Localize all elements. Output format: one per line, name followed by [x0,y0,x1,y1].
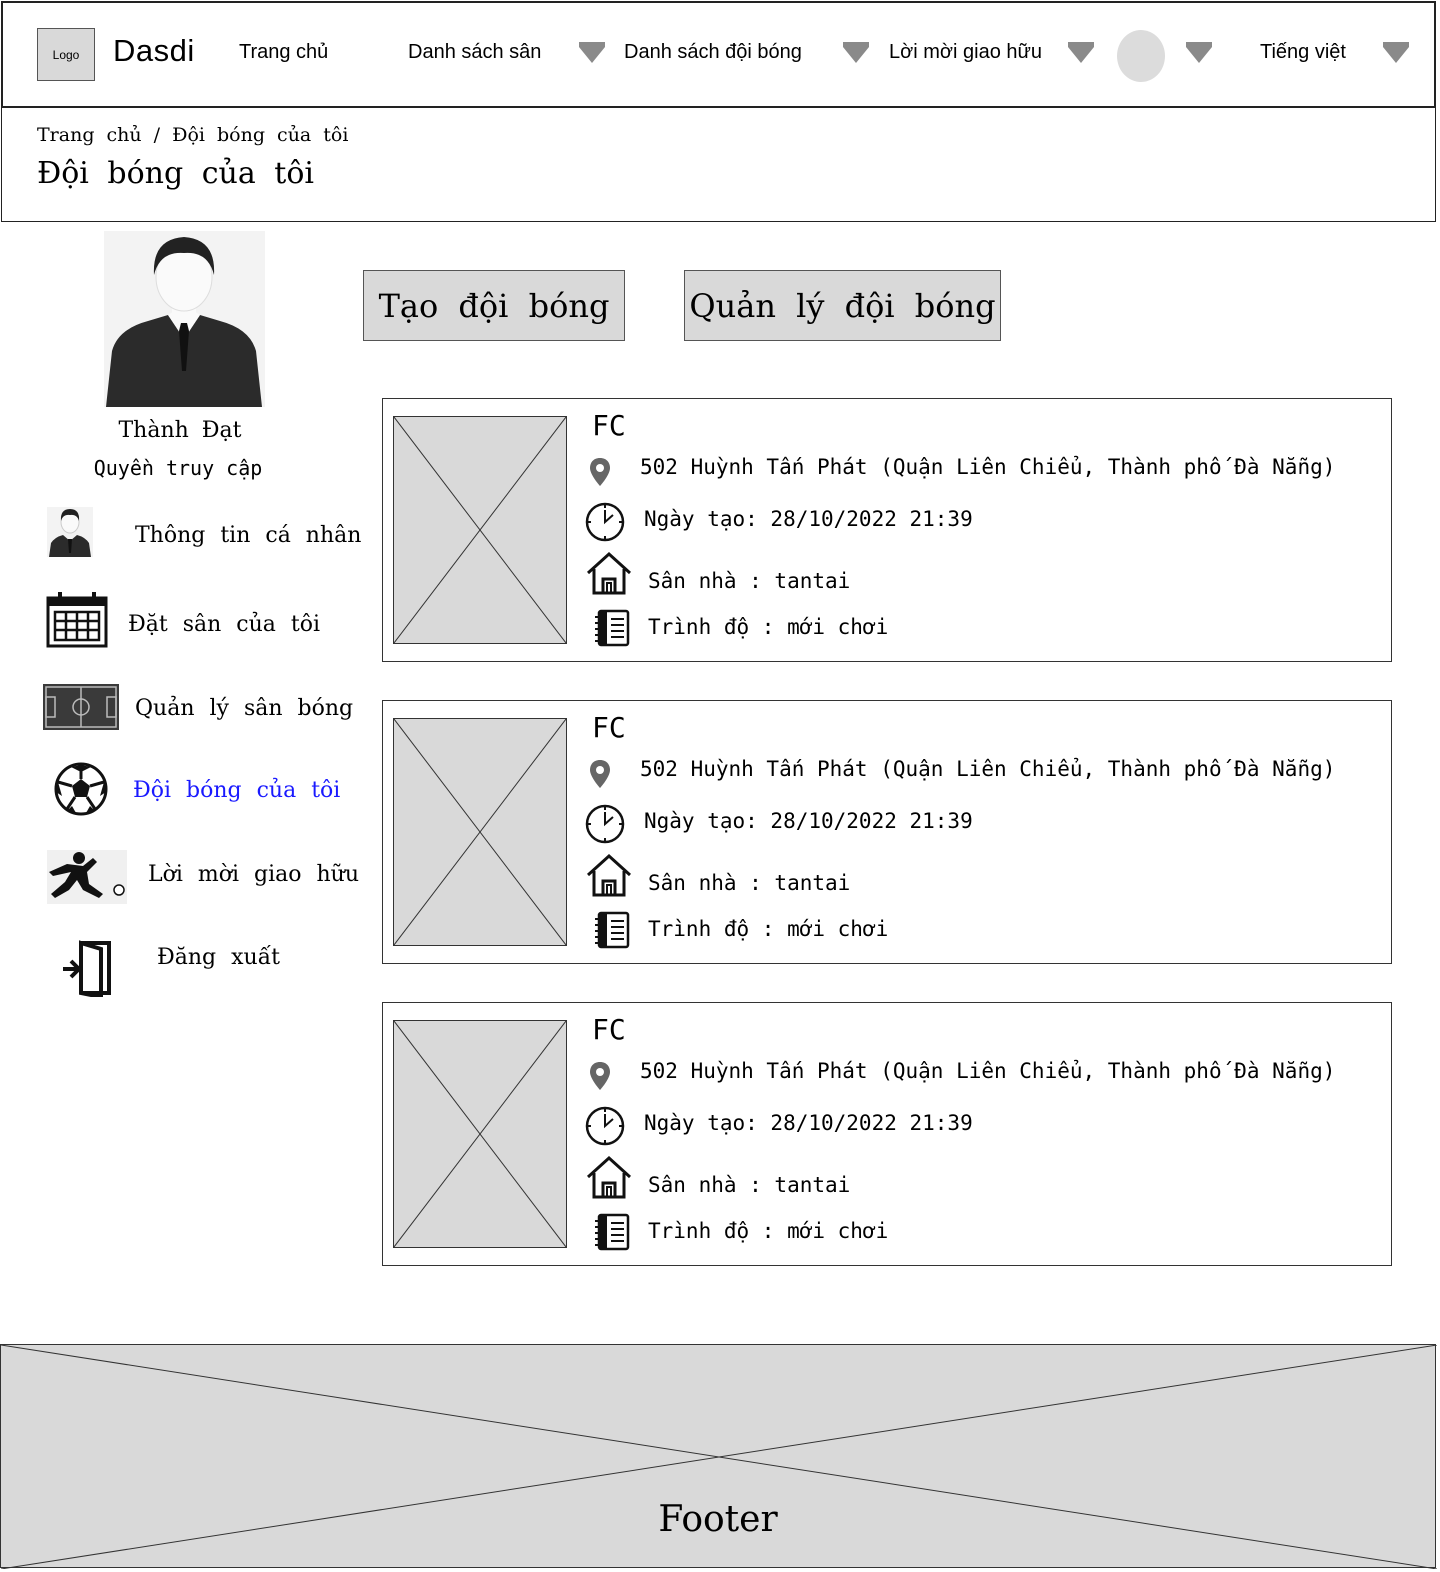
team-created-date: Ngày tạo: 28/10/2022 21:39 [644,507,973,531]
clock-icon [584,501,626,547]
notebook-icon [594,1213,630,1255]
team-card[interactable]: FC 502 Huỳnh Tấn Phát (Quận Liên Chiểu, … [382,700,1392,964]
team-name[interactable]: FC [592,1013,626,1046]
sidebar-item-label: Đăng xuất [157,945,281,970]
team-name[interactable]: FC [592,409,626,442]
sidebar-item-label: Đội bóng của tôi [133,778,341,803]
home-icon [585,853,633,901]
chevron-down-icon[interactable] [1186,42,1212,63]
sidebar-item-invites[interactable]: Lời mời giao hữu [0,848,370,908]
nav-fields[interactable]: Danh sách sân [408,41,541,64]
language-selector[interactable]: Tiếng việt [1260,41,1346,64]
brand-name[interactable]: Dasdi [113,33,195,69]
sidebar-item-label: Quản lý sân bóng [135,696,354,721]
footer: Footer [0,1344,1437,1569]
team-created-date: Ngày tạo: 28/10/2022 21:39 [644,1111,973,1135]
nav-teams[interactable]: Danh sách đội bóng [624,41,802,64]
nav-invites[interactable]: Lời mời giao hữu [889,41,1042,64]
team-image-placeholder [393,416,567,644]
team-card[interactable]: FC 502 Huỳnh Tấn Phát (Quận Liên Chiểu, … [382,1002,1392,1266]
team-home-field: Sân nhà : tantai [648,871,851,895]
user-name: Thành Đạt [118,418,242,443]
breadcrumb[interactable]: Trang chủ / Đội bóng của tôi [37,124,348,146]
soccer-field-icon [43,684,119,734]
logo-text: Logo [52,47,80,62]
clock-icon [584,803,626,849]
top-navbar: Logo Dasdi Trang chủ Danh sách sân Danh … [1,1,1436,108]
player-kick-icon [47,850,127,908]
team-created-date: Ngày tạo: 28/10/2022 21:39 [644,809,973,833]
team-image-placeholder [393,718,567,946]
team-level: Trình độ : mới chơi [648,615,889,639]
soccer-ball-icon [54,762,108,820]
person-icon [47,507,93,561]
sidebar-item-profile[interactable]: Thông tin cá nhân [0,505,370,565]
sidebar-item-logout[interactable]: Đăng xuất [0,935,370,1000]
sidebar-item-manage-fields[interactable]: Quản lý sân bóng [0,680,370,740]
sidebar-item-label: Lời mời giao hữu [148,862,359,887]
sidebar-item-bookings[interactable]: Đặt sân của tôi [0,590,370,650]
location-pin-icon [589,1061,611,1095]
notebook-icon [594,911,630,953]
breadcrumb-section: Trang chủ / Đội bóng của tôi Đội bóng củ… [1,108,1436,222]
sidebar-item-label: Thông tin cá nhân [135,523,362,548]
team-address: 502 Huỳnh Tấn Phát (Quận Liên Chiểu, Thà… [640,1059,1336,1083]
chevron-down-icon[interactable] [843,42,869,63]
user-role: Quyền truy cập [93,456,263,480]
user-avatar[interactable] [1117,30,1165,82]
notebook-icon [594,609,630,651]
page-title: Đội bóng của tôi [37,156,314,191]
logout-icon [61,939,113,1001]
sidebar-item-my-teams[interactable]: Đội bóng của tôi [0,760,370,820]
footer-label: Footer [658,1499,778,1540]
team-card[interactable]: FC 502 Huỳnh Tấn Phát (Quận Liên Chiểu, … [382,398,1392,662]
chevron-down-icon[interactable] [1383,42,1409,63]
nav-home[interactable]: Trang chủ [239,41,328,64]
team-home-field: Sân nhà : tantai [648,569,851,593]
create-team-button[interactable]: Tạo đội bóng [363,270,625,341]
team-home-field: Sân nhà : tantai [648,1173,851,1197]
sidebar-item-label: Đặt sân của tôi [128,612,320,637]
profile-photo [104,231,265,407]
location-pin-icon [589,759,611,793]
calendar-icon [46,592,108,652]
clock-icon [584,1105,626,1151]
location-pin-icon [589,457,611,491]
team-address: 502 Huỳnh Tấn Phát (Quận Liên Chiểu, Thà… [640,757,1336,781]
chevron-down-icon[interactable] [1068,42,1094,63]
team-name[interactable]: FC [592,711,626,744]
team-level: Trình độ : mới chơi [648,917,889,941]
home-icon [585,551,633,599]
team-level: Trình độ : mới chơi [648,1219,889,1243]
team-image-placeholder [393,1020,567,1248]
manage-team-button[interactable]: Quản lý đội bóng [684,270,1001,341]
chevron-down-icon[interactable] [579,42,605,63]
home-icon [585,1155,633,1203]
logo[interactable]: Logo [37,28,95,81]
team-address: 502 Huỳnh Tấn Phát (Quận Liên Chiểu, Thà… [640,455,1336,479]
